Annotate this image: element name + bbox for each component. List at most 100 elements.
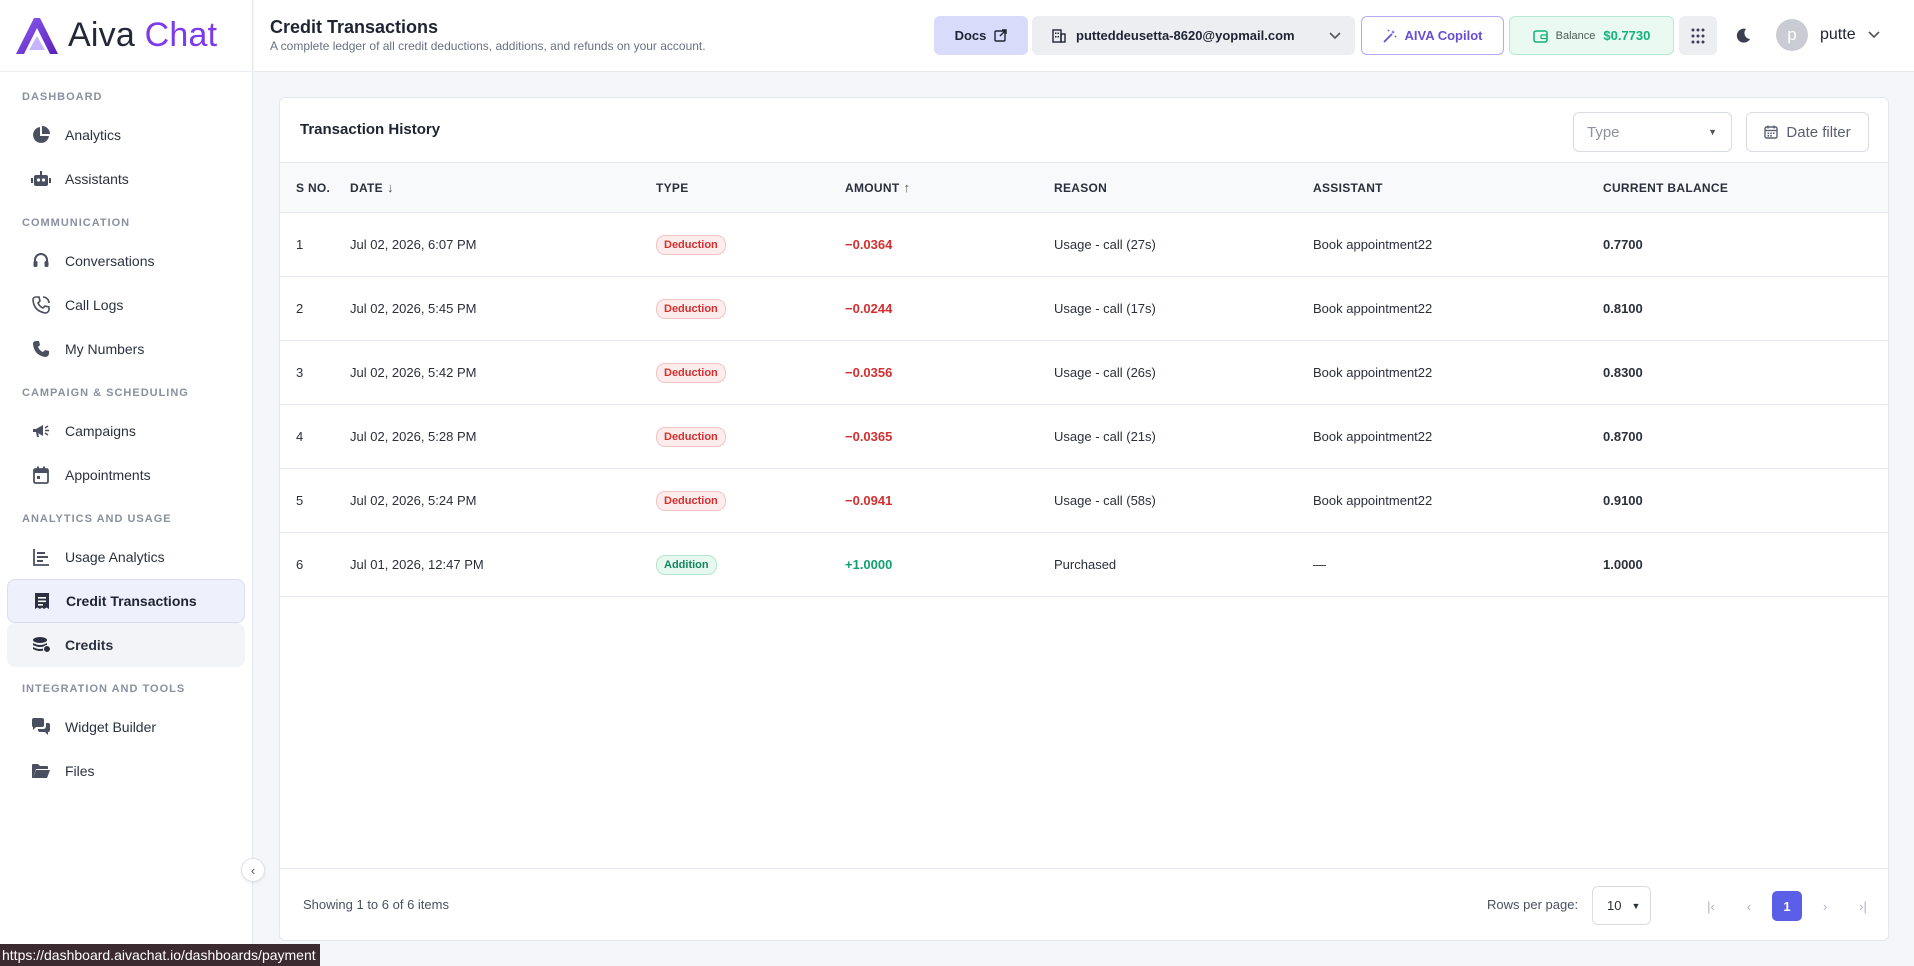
sidebar-item-my-numbers[interactable]: My Numbers	[7, 327, 245, 371]
cell-current-balance: 0.8700	[1603, 429, 1643, 444]
cell-date: Jul 02, 2026, 6:07 PM	[350, 237, 477, 252]
megaphone-icon	[31, 421, 51, 441]
chevron-left-icon: ‹	[250, 862, 256, 878]
sidebar-item-label: Assistants	[65, 171, 129, 187]
sidebar-item-assistants[interactable]: Assistants	[7, 157, 245, 201]
calendar-icon	[31, 465, 51, 485]
rows-per-page-value: 10	[1607, 898, 1622, 913]
cell-amount: −0.0244	[845, 301, 893, 316]
headset-icon	[31, 251, 51, 271]
table-row: 1 Jul 02, 2026, 6:07 PM Deduction −0.036…	[280, 213, 1888, 277]
aiva-copilot-button[interactable]: AIVA Copilot	[1361, 16, 1504, 55]
apps-grid-button[interactable]	[1679, 16, 1717, 55]
sidebar-item-label: Files	[65, 763, 95, 779]
cell-assistant: Book appointment22	[1313, 493, 1433, 508]
cell-date: Jul 01, 2026, 12:47 PM	[350, 557, 484, 572]
sidebar-item-usage-analytics[interactable]: Usage Analytics	[7, 535, 245, 579]
wallet-icon	[1532, 29, 1548, 43]
col-header-reason[interactable]: REASON	[1054, 163, 1313, 213]
table-footer: Showing 1 to 6 of 6 items Rows per page:…	[280, 868, 1888, 940]
sidebar-collapse-button[interactable]: ‹	[241, 858, 265, 882]
cell-current-balance: 0.7700	[1603, 237, 1643, 252]
bar-list-icon	[31, 547, 51, 567]
col-header-amount[interactable]: AMOUNT ↑	[845, 163, 1054, 213]
col-header-current-balance[interactable]: CURRENT BALANCE	[1603, 163, 1888, 213]
user-name: putte	[1820, 26, 1856, 43]
sidebar-item-appointments[interactable]: Appointments	[7, 453, 245, 497]
last-page-button[interactable]: ›|	[1848, 891, 1878, 921]
aiva-logo-icon	[16, 17, 58, 54]
receipt-icon	[32, 591, 52, 611]
user-menu[interactable]: p putte	[1776, 19, 1880, 51]
type-filter-placeholder: Type	[1587, 123, 1620, 141]
first-page-button[interactable]: |‹	[1696, 891, 1726, 921]
account-selector[interactable]: putteddeusetta-8620@yopmail.com	[1032, 16, 1355, 55]
cell-reason: Usage - call (27s)	[1054, 237, 1156, 252]
col-header-amount-label: AMOUNT	[845, 181, 900, 195]
status-bar-url: https://dashboard.aivachat.io/dashboards…	[0, 944, 320, 966]
table-row: 4 Jul 02, 2026, 5:28 PM Deduction −0.036…	[280, 405, 1888, 469]
cell-reason: Purchased	[1054, 557, 1117, 572]
cell-assistant: Book appointment22	[1313, 429, 1433, 444]
cell-current-balance: 0.9100	[1603, 493, 1643, 508]
balance-indicator[interactable]: Balance $0.7730	[1509, 16, 1674, 55]
arrow-down-icon: ↓	[386, 180, 394, 195]
prev-page-button[interactable]: ‹	[1734, 891, 1764, 921]
sidebar-item-files[interactable]: Files	[7, 749, 245, 793]
sidebar-item-label: My Numbers	[65, 341, 145, 357]
sidebar-item-label: Call Logs	[65, 297, 124, 313]
logo-text: Aiva Chat	[68, 16, 217, 55]
magic-wand-icon	[1382, 29, 1396, 43]
first-page-icon: |‹	[1707, 898, 1715, 914]
cell-current-balance: 1.0000	[1603, 557, 1643, 572]
cell-assistant: Book appointment22	[1313, 237, 1433, 252]
account-email: putteddeusetta-8620@yopmail.com	[1076, 28, 1295, 43]
page-button-current[interactable]: 1	[1772, 891, 1802, 921]
table-row: 5 Jul 02, 2026, 5:24 PM Deduction −0.094…	[280, 469, 1888, 533]
section-title-integration-tools: INTEGRATION AND TOOLS	[22, 683, 186, 695]
sidebar-item-call-logs[interactable]: Call Logs	[7, 283, 245, 327]
cell-current-balance: 0.8100	[1603, 301, 1643, 316]
cell-amount: −0.0941	[845, 493, 893, 508]
cell-sno: 2	[296, 301, 304, 316]
col-header-date-label: DATE	[350, 181, 383, 195]
cell-current-balance: 0.8300	[1603, 365, 1643, 380]
docs-button[interactable]: Docs	[934, 16, 1028, 55]
table-row: 3 Jul 02, 2026, 5:42 PM Deduction −0.035…	[280, 341, 1888, 405]
section-title-dashboard: DASHBOARD	[22, 91, 103, 103]
date-filter-button[interactable]: Date filter	[1746, 112, 1869, 152]
sidebar-nav: DASHBOARD Analytics Assistants COMMUNICA…	[0, 72, 252, 793]
cell-amount: −0.0365	[845, 429, 893, 444]
col-header-date[interactable]: DATE ↓	[350, 163, 656, 213]
table-row: 6 Jul 01, 2026, 12:47 PM Addition +1.000…	[280, 533, 1888, 597]
table-header-row: S NO. DATE ↓ TYPE AMOUNT ↑ REASON ASSISTAN…	[280, 162, 1888, 213]
cell-type: Addition	[656, 533, 845, 597]
copilot-label: AIVA Copilot	[1404, 28, 1483, 43]
moon-icon	[1736, 28, 1750, 43]
table-row: 2 Jul 02, 2026, 5:45 PM Deduction −0.024…	[280, 277, 1888, 341]
sidebar-item-credits[interactable]: Credits	[7, 623, 245, 667]
sidebar-item-credit-transactions[interactable]: Credit Transactions	[7, 579, 245, 623]
cell-sno: 1	[296, 237, 304, 252]
cell-date: Jul 02, 2026, 5:24 PM	[350, 493, 477, 508]
col-header-sno[interactable]: S NO.	[280, 163, 350, 213]
sidebar-item-conversations[interactable]: Conversations	[7, 239, 245, 283]
cell-assistant: Book appointment22	[1313, 365, 1433, 380]
top-header: Credit Transactions A complete ledger of…	[254, 0, 1914, 72]
col-header-assistant[interactable]: ASSISTANT	[1313, 163, 1603, 213]
sidebar-item-campaigns[interactable]: Campaigns	[7, 409, 245, 453]
rows-per-page-select[interactable]: 10 ▼	[1592, 886, 1651, 925]
theme-toggle-button[interactable]	[1724, 16, 1762, 55]
cell-type: Deduction	[656, 469, 845, 533]
type-filter-select[interactable]: Type ▼	[1573, 112, 1732, 152]
cell-sno: 6	[296, 557, 304, 572]
date-filter-label: Date filter	[1786, 123, 1851, 141]
caret-down-icon: ▼	[1708, 127, 1717, 137]
logo[interactable]: Aiva Chat	[0, 0, 252, 72]
sidebar-item-widget-builder[interactable]: Widget Builder	[7, 705, 245, 749]
col-header-type[interactable]: TYPE	[656, 163, 845, 213]
sidebar-item-analytics[interactable]: Analytics	[7, 113, 245, 157]
next-page-button[interactable]: ›	[1810, 891, 1840, 921]
cell-type: Deduction	[656, 277, 845, 341]
cell-amount: +1.0000	[845, 557, 893, 572]
